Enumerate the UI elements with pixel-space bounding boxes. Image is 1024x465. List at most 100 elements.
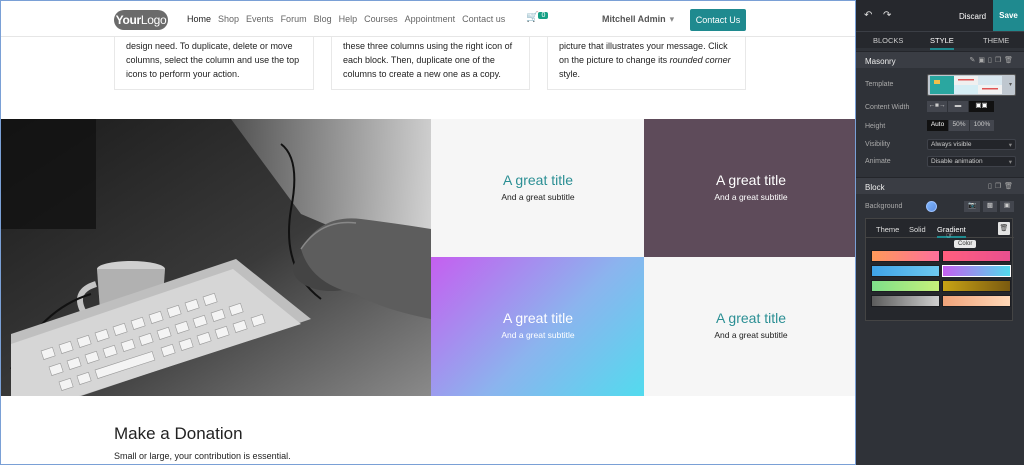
chevron-down-icon: ▾ xyxy=(1008,159,1012,166)
width-full-option[interactable]: ▣▣ xyxy=(969,101,994,112)
masonry-tile-1[interactable]: A great title And a great subtitle xyxy=(431,119,645,257)
menu-item-appointment[interactable]: Appointment xyxy=(405,14,456,24)
menu-item-courses[interactable]: Courses xyxy=(364,14,398,24)
height-label: Height xyxy=(865,123,886,130)
video-icon[interactable]: ▩ xyxy=(983,201,997,212)
column-text: these three columns using the right icon… xyxy=(343,41,513,79)
height-50-option[interactable]: 50% xyxy=(949,120,969,131)
column-card-2[interactable]: these three columns using the right icon… xyxy=(331,37,530,90)
height-auto-option[interactable]: Auto xyxy=(927,120,948,131)
gradient-swatch[interactable] xyxy=(871,265,940,277)
masonry-section-header: Masonry ✎▣▯❐🗑 xyxy=(856,51,1024,68)
shape-icon[interactable]: ▣ xyxy=(1000,201,1014,212)
masonry-tile-4[interactable]: A great title And a great subtitle xyxy=(644,257,855,396)
color-tooltip: Color xyxy=(954,240,977,248)
masonry-tile-2[interactable]: A great title And a great subtitle xyxy=(644,119,855,257)
template-picker[interactable]: ▾ xyxy=(927,74,1016,96)
tab-theme[interactable]: THEME xyxy=(983,36,1009,45)
mouse-cursor-icon: ☞ xyxy=(946,231,954,240)
tile-title: A great title xyxy=(502,310,574,326)
caret-down-icon: ▾ xyxy=(669,14,675,24)
tile-subtitle: And a great subtitle xyxy=(714,192,788,202)
gradient-swatch[interactable] xyxy=(942,280,1011,292)
height-100-option[interactable]: 100% xyxy=(970,120,994,131)
tile-subtitle: And a great subtitle xyxy=(714,330,788,340)
column-card-3[interactable]: picture that illustrates your message. C… xyxy=(547,37,746,90)
gradient-swatch[interactable] xyxy=(942,295,1011,307)
masonry-block[interactable]: A great title And a great subtitle A gre… xyxy=(1,119,855,396)
animate-value: Disable animation xyxy=(931,158,983,165)
tile-title: A great title xyxy=(502,172,574,188)
menu-item-shop[interactable]: Shop xyxy=(218,14,239,24)
animate-select[interactable]: Disable animation ▾ xyxy=(927,156,1016,167)
width-small-option[interactable]: ←■→ xyxy=(927,101,947,112)
block-section-header: Block ▯❐🗑 xyxy=(856,177,1024,194)
editor-tabs: BLOCKS STYLE THEME xyxy=(856,31,1024,50)
menu-item-help[interactable]: Help xyxy=(339,14,358,24)
contact-us-button[interactable]: Contact Us xyxy=(690,9,746,31)
gradient-swatch[interactable] xyxy=(871,280,940,292)
redo-icon[interactable]: ↷ xyxy=(883,10,891,21)
menu-item-blog[interactable]: Blog xyxy=(314,14,332,24)
template-thumbnail-icon xyxy=(930,76,1002,94)
background-label: Background xyxy=(865,203,903,210)
cart-icon: 🛒 xyxy=(526,12,539,23)
discard-button[interactable]: Discard xyxy=(959,12,986,21)
chevron-down-icon: ▾ xyxy=(1008,142,1012,149)
editor-topbar: ↶ ↷ Discard Save xyxy=(856,0,1024,31)
editor-panel: ↶ ↷ Discard Save BLOCKS STYLE THEME Maso… xyxy=(856,0,1024,465)
column-text-emphasis: rounded corner xyxy=(669,55,731,65)
desk-photo[interactable] xyxy=(1,119,431,396)
desk-photo-illustration xyxy=(1,119,431,396)
width-regular-option[interactable]: ▬ xyxy=(948,101,968,112)
column-text: design need. To duplicate, delete or mov… xyxy=(126,41,300,79)
content-width-label: Content Width xyxy=(865,104,910,111)
column-text: style. xyxy=(559,69,581,79)
chevron-down-icon: ▾ xyxy=(1008,82,1012,88)
template-label: Template xyxy=(865,81,894,88)
cart-link[interactable]: 🛒 0 xyxy=(526,12,549,23)
menu-item-contact-us[interactable]: Contact us xyxy=(462,14,505,24)
tile-title: A great title xyxy=(715,172,787,188)
menu-item-events[interactable]: Events xyxy=(246,14,274,24)
section-action-icons[interactable]: ✎▣▯❐🗑 xyxy=(970,56,1017,64)
gradient-swatch[interactable] xyxy=(942,250,1011,262)
masonry-tile-3-gradient[interactable]: A great title And a great subtitle xyxy=(431,257,645,396)
column-card-1[interactable]: design need. To duplicate, delete or mov… xyxy=(114,37,314,90)
site-logo[interactable]: YourLogo xyxy=(114,10,168,30)
tab-blocks[interactable]: BLOCKS xyxy=(873,36,903,45)
animate-label: Animate xyxy=(865,158,891,165)
section-action-icons[interactable]: ▯❐🗑 xyxy=(988,182,1016,190)
user-name: Mitchell Admin xyxy=(602,14,666,24)
main-menu: Home Shop Events Forum Blog Help Courses… xyxy=(187,14,512,24)
gradient-swatch[interactable] xyxy=(871,250,940,262)
trash-icon[interactable]: 🗑 xyxy=(998,222,1010,235)
donation-subtitle[interactable]: Small or large, your contribution is ess… xyxy=(114,451,291,461)
tile-title: A great title xyxy=(715,310,787,326)
website-canvas[interactable]: YourLogo Home Shop Events Forum Blog Hel… xyxy=(0,0,856,465)
background-color-swatch[interactable] xyxy=(926,201,937,212)
tab-style[interactable]: STYLE xyxy=(930,36,954,50)
section-title: Block xyxy=(865,183,885,192)
menu-item-forum[interactable]: Forum xyxy=(281,14,307,24)
gradient-swatch[interactable] xyxy=(871,295,940,307)
tab-theme-colors[interactable]: Theme xyxy=(876,225,899,234)
color-picker-tabs: Theme Solid Gradient 🗑 xyxy=(866,219,1014,238)
tab-solid-colors[interactable]: Solid xyxy=(909,225,926,234)
tile-subtitle: And a great subtitle xyxy=(501,192,575,202)
undo-icon[interactable]: ↶ xyxy=(864,10,872,21)
visibility-label: Visibility xyxy=(865,141,891,148)
visibility-select[interactable]: Always visible ▾ xyxy=(927,139,1016,150)
donation-title[interactable]: Make a Donation xyxy=(114,424,243,444)
camera-icon[interactable]: 📷 xyxy=(964,201,980,212)
section-title: Masonry xyxy=(865,57,896,66)
visibility-value: Always visible xyxy=(931,141,972,148)
tile-subtitle: And a great subtitle xyxy=(501,330,575,340)
gradient-swatch-selected[interactable] xyxy=(942,265,1011,277)
site-navbar: YourLogo Home Shop Events Forum Blog Hel… xyxy=(1,1,855,37)
menu-item-home[interactable]: Home xyxy=(187,14,211,24)
cart-count-badge: 0 xyxy=(538,12,549,19)
color-picker-popup: Theme Solid Gradient 🗑 Color ☞ xyxy=(865,218,1014,321)
save-button[interactable]: Save xyxy=(993,0,1024,31)
user-menu[interactable]: Mitchell Admin ▾ xyxy=(602,14,674,25)
